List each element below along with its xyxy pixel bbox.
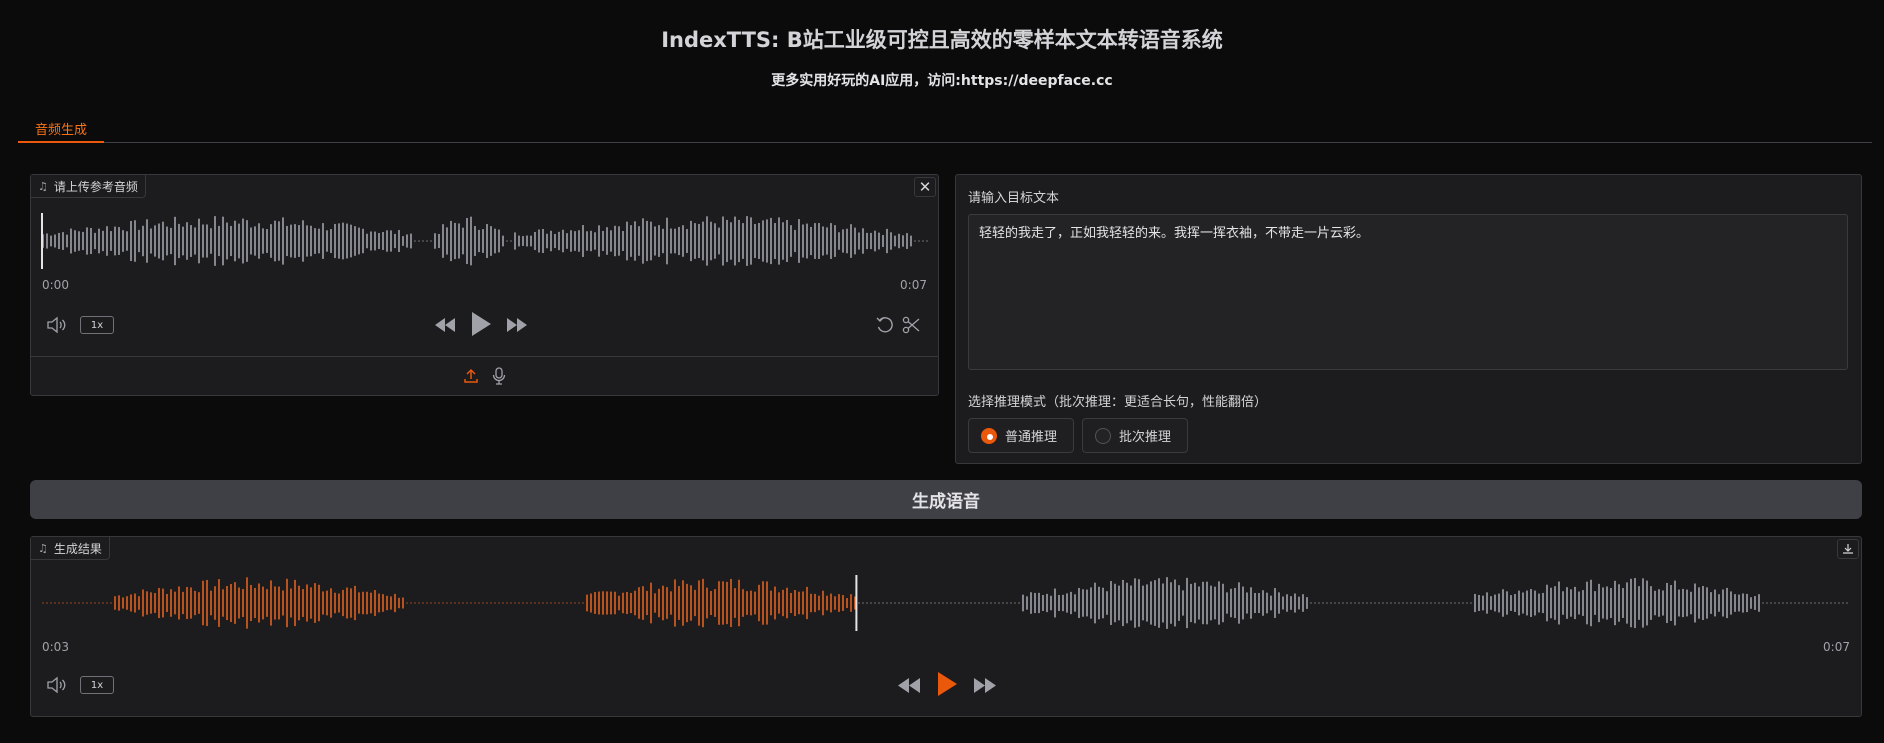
volume-icon[interactable] xyxy=(45,675,69,695)
target-text-label: 请输入目标文本 xyxy=(968,191,1060,206)
result-audio-panel: ♫ 生成结果 0:03 0:07 1x xyxy=(30,536,1862,717)
reference-current-time: 0:00 xyxy=(42,278,69,292)
radio-checked-icon xyxy=(981,427,997,444)
app-page: IndexTTS: B站工业级可控且高效的零样本文本转语音系统 更多实用好玩的A… xyxy=(0,0,1884,743)
music-note-icon: ♫ xyxy=(38,541,48,555)
result-total-time: 0:07 xyxy=(1823,640,1850,654)
result-waveform[interactable] xyxy=(41,573,1853,633)
fast-forward-icon[interactable] xyxy=(505,315,529,335)
tab-bar: 音频生成 xyxy=(18,115,1872,143)
result-current-time: 0:03 xyxy=(42,640,69,654)
target-text-panel: 请输入目标文本 轻轻的我走了，正如我轻轻的来。我挥一挥衣袖，不带走一片云彩。 选… xyxy=(955,174,1862,464)
playback-rate-button[interactable]: 1x xyxy=(80,676,114,694)
clear-audio-button[interactable]: ✕ xyxy=(914,177,936,197)
mode-option-batch[interactable]: 批次推理 xyxy=(1082,418,1188,453)
radio-unchecked-icon xyxy=(1095,427,1111,444)
mode-label: 选择推理模式（批次推理：更适合长句，性能翻倍） xyxy=(968,395,1268,410)
playback-rate-button[interactable]: 1x xyxy=(80,316,114,334)
play-icon[interactable] xyxy=(934,669,960,699)
page-subtitle: 更多实用好玩的AI应用，访问:https://deepface.cc xyxy=(771,73,1113,89)
play-icon[interactable] xyxy=(469,309,493,339)
target-text-input[interactable]: 轻轻的我走了，正如我轻轻的来。我挥一挥衣袖，不带走一片云彩。 xyxy=(968,214,1848,370)
reference-audio-panel: ♫ 请上传参考音频 ✕ 0:00 0:07 1x xyxy=(30,174,939,396)
fast-forward-icon[interactable] xyxy=(972,675,998,695)
microphone-icon[interactable] xyxy=(489,366,509,386)
volume-icon[interactable] xyxy=(45,315,69,335)
tab-audio-generation[interactable]: 音频生成 xyxy=(18,115,105,143)
rewind-icon[interactable] xyxy=(433,315,457,335)
scissors-icon[interactable] xyxy=(900,315,922,335)
upload-icon[interactable] xyxy=(461,366,481,386)
reference-total-time: 0:07 xyxy=(900,278,927,292)
reference-audio-label: ♫ 请上传参考音频 xyxy=(31,175,146,198)
undo-icon[interactable] xyxy=(874,315,896,335)
result-audio-label: ♫ 生成结果 xyxy=(31,537,110,560)
generate-speech-button[interactable]: 生成语音 xyxy=(30,480,1862,519)
panel-divider xyxy=(31,356,938,357)
mode-option-normal[interactable]: 普通推理 xyxy=(968,418,1074,453)
music-note-icon: ♫ xyxy=(38,179,48,193)
download-button[interactable] xyxy=(1837,539,1859,559)
page-title: IndexTTS: B站工业级可控且高效的零样本文本转语音系统 xyxy=(661,28,1223,52)
rewind-icon[interactable] xyxy=(896,675,922,695)
reference-waveform[interactable] xyxy=(41,211,930,271)
